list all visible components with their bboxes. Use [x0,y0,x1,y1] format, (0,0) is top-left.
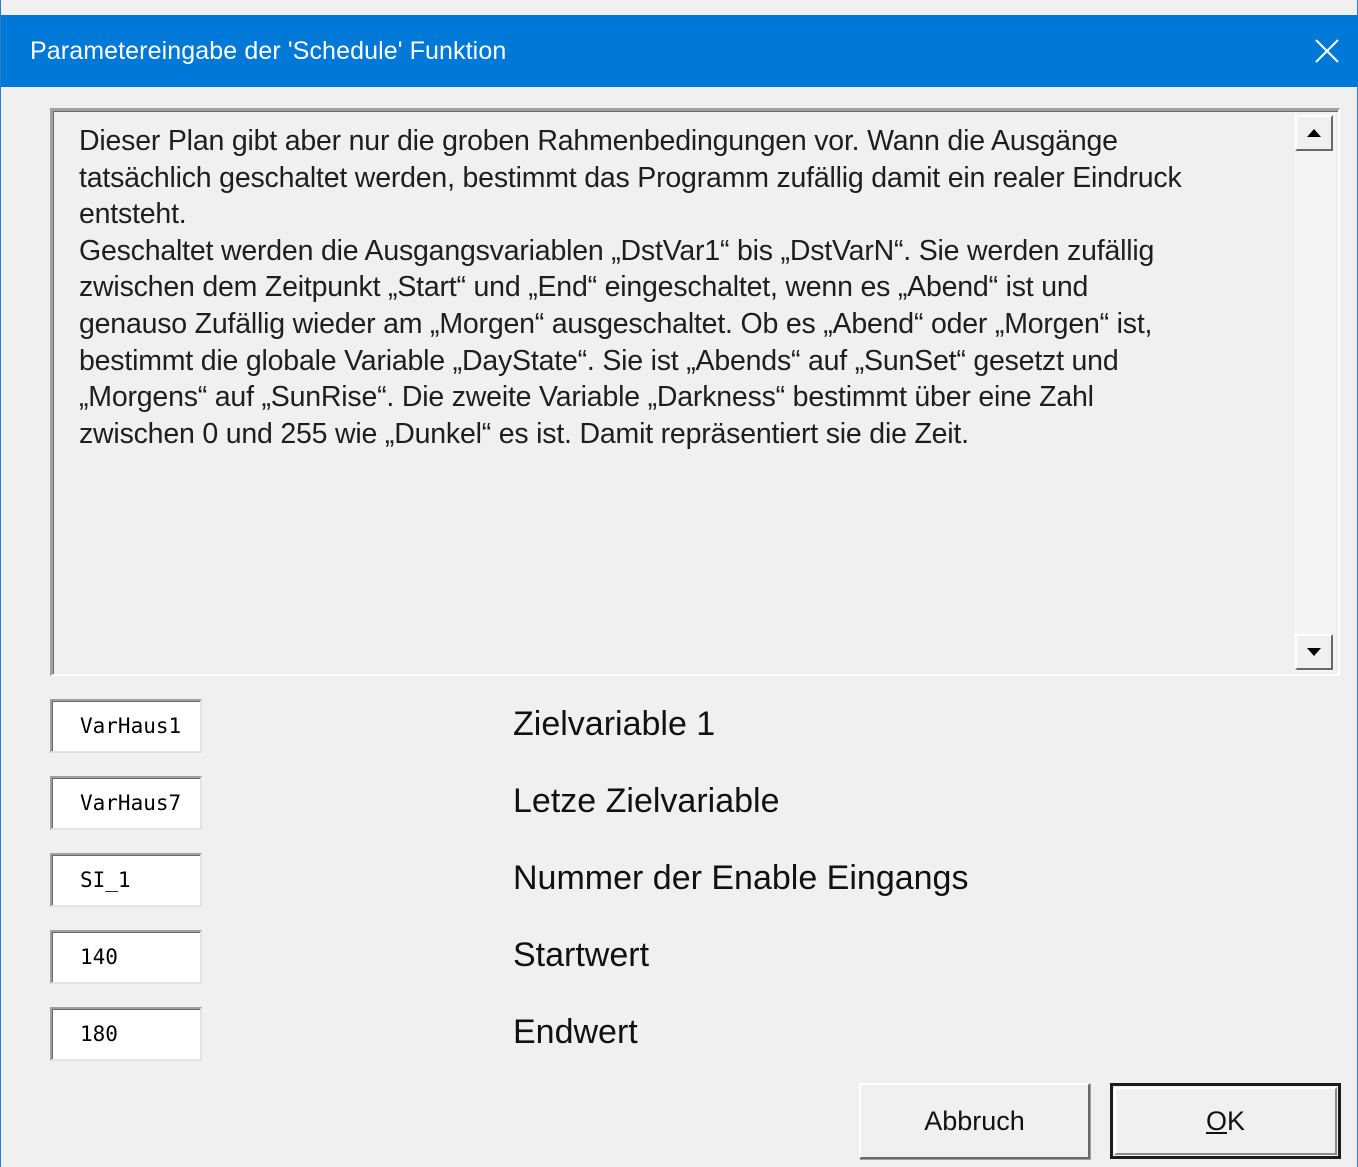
field-row-start-value: Startwert [1,930,1358,986]
arrow-up-icon [1307,124,1321,142]
arrow-down-icon [1307,643,1321,661]
close-button[interactable] [1295,15,1358,87]
ok-button[interactable]: OK [1110,1083,1341,1159]
field-row-enable-input: Nummer der Enable Eingangs [1,853,1358,909]
field-row-end-value: Endwert [1,1007,1358,1063]
start-value-label: Startwert [513,936,650,974]
description-text: Dieser Plan gibt aber nur die groben Rah… [79,125,1182,450]
end-value-label: Endwert [513,1013,638,1051]
cancel-button[interactable]: Abbruch [859,1083,1090,1159]
target-variable-last-input[interactable] [50,776,202,830]
field-row-target-last: Letze Zielvariable [1,776,1358,832]
close-icon [1314,38,1340,64]
window-title: Parametereingabe der 'Schedule' Funktion [30,37,507,65]
target-variable-last-label: Letze Zielvariable [513,782,780,820]
target-variable-first-label: Zielvariable 1 [513,705,716,743]
scroll-down-button[interactable] [1295,634,1333,670]
scroll-up-button[interactable] [1295,115,1333,151]
cancel-button-label: Abbruch [924,1105,1025,1136]
enable-input-number-input[interactable] [50,853,202,907]
target-variable-first-input[interactable] [50,699,202,753]
dialog-window: Parametereingabe der 'Schedule' Funktion… [0,0,1358,1167]
field-row-target-first: Zielvariable 1 [1,699,1358,755]
description-textbox[interactable]: Dieser Plan gibt aber nur die groben Rah… [50,108,1340,676]
ok-button-label-rest: K [1227,1105,1246,1136]
vertical-scrollbar[interactable] [1294,113,1336,672]
end-value-input[interactable] [50,1007,202,1061]
title-bar[interactable]: Parametereingabe der 'Schedule' Funktion [1,15,1358,87]
start-value-input[interactable] [50,930,202,984]
ok-button-label: OK [1206,1106,1245,1137]
ok-button-mnemonic: O [1205,1105,1227,1136]
enable-input-number-label: Nummer der Enable Eingangs [513,859,969,897]
